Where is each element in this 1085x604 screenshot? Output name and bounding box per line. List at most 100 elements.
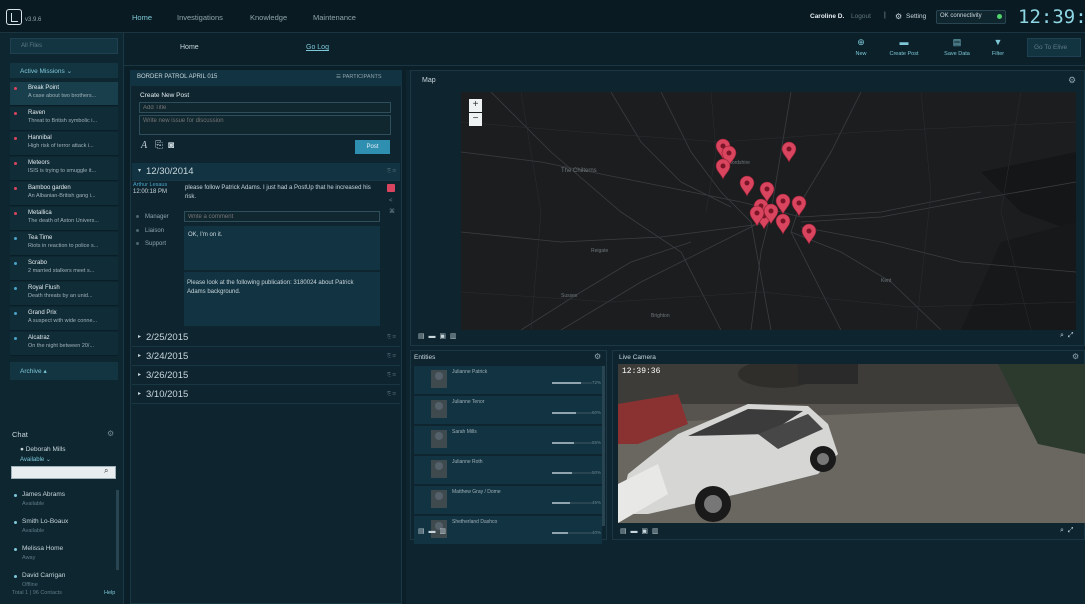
participants-button[interactable]: ☰ PARTICIPANTS (336, 74, 382, 80)
entity-name: Sarah Mills (452, 429, 477, 435)
setting-link[interactable]: Setting (906, 13, 926, 20)
entry-time: 12:00:18 PM (133, 189, 168, 195)
folder-icon[interactable]: ▬ (429, 333, 436, 340)
logout-link[interactable]: Logout (851, 13, 871, 20)
nav-investigations[interactable]: Investigations (177, 13, 223, 22)
chat-contact[interactable]: Smith Lo-Boaux Available (14, 517, 110, 543)
expand-icon[interactable]: ⤢ (1068, 332, 1074, 339)
nav-knowledge[interactable]: Knowledge (250, 13, 287, 22)
mission-item[interactable]: Hannibal High risk of terror attack i... (10, 132, 118, 156)
mission-item[interactable]: Meteors ISIS is trying to smuggle it... (10, 157, 118, 181)
share-icon[interactable]: < (389, 198, 393, 204)
comment-input[interactable] (184, 211, 380, 222)
chat-scrollbar[interactable] (116, 490, 119, 570)
map-toolbar[interactable]: ▤ ▬ ▣ ▥ (418, 332, 457, 340)
date-group[interactable]: ▸ 3/24/2015 ⎘ ✉ (132, 348, 400, 366)
save-icon[interactable]: ▣ (641, 528, 648, 535)
document-icon[interactable]: ▤ (418, 333, 425, 340)
date-group[interactable]: ▸ 3/10/2015 ⎘ ✉ (132, 386, 400, 404)
link-icon[interactable]: ⌘ (389, 208, 395, 215)
mission-item[interactable]: Scrabo 2 married stalkers meet s... (10, 257, 118, 281)
mission-item[interactable]: Break Point A case about two brothers... (10, 82, 118, 106)
post-description-input[interactable] (139, 115, 391, 135)
search-icon[interactable]: ⌕ (1060, 332, 1064, 339)
tab-home[interactable]: Home (180, 44, 199, 51)
document-icon[interactable]: ▤ (418, 528, 425, 535)
map-toolbar-right[interactable]: ⌕ ⤢ (1060, 332, 1073, 340)
map-canvas[interactable]: The Chilterns Hertfordshire Reigate Suss… (461, 92, 1076, 330)
chart-icon[interactable]: ▥ (450, 333, 457, 340)
tab-go-log[interactable]: Go Log (306, 44, 329, 51)
date-group[interactable]: ▸ 2/25/2015 ⎘ ✉ (132, 329, 400, 347)
mission-item[interactable]: Grand Prix A suspect with wide conne... (10, 307, 118, 331)
entity-row[interactable]: Julianne Roth 50% (414, 456, 602, 484)
risk-bar (552, 412, 592, 414)
date-group[interactable]: ▸ 3/26/2015 ⎘ ✉ (132, 367, 400, 385)
gear-icon[interactable]: ⚙ (895, 12, 902, 21)
mission-item[interactable]: Alcatraz On the night between 20/... (10, 332, 118, 356)
camera-toolbar-right[interactable]: ⌕ ⤢ (1060, 527, 1073, 535)
map-label: Kent (881, 278, 892, 284)
search-icon[interactable]: ⌕ (104, 466, 108, 476)
all-files-button[interactable]: All Files (10, 38, 118, 54)
date-group[interactable]: ▾ 12/30/2014 ⎘ ✉ (132, 163, 400, 181)
gear-icon[interactable]: ⚙ (1068, 75, 1076, 86)
pin-icon[interactable] (387, 184, 395, 192)
zoom-in-button[interactable]: + (469, 99, 482, 112)
chat-help-link[interactable]: Help (104, 590, 115, 596)
document-icon[interactable]: ▤ (620, 528, 627, 535)
save-data-button[interactable]: ▤ Save Data (937, 37, 977, 61)
avatar (431, 370, 447, 388)
map-pin-center (744, 180, 750, 186)
attachment-icon[interactable]: ⎘ (155, 140, 163, 151)
chart-icon[interactable]: ▥ (439, 528, 446, 535)
nav-home[interactable]: Home (132, 13, 152, 22)
go-to-elive-button[interactable]: Go To Elive (1027, 38, 1081, 57)
search-icon[interactable]: ⌕ (1060, 527, 1064, 534)
map-pin-center (764, 186, 770, 192)
mission-item[interactable]: Bamboo garden An Albanian-British gang i.… (10, 182, 118, 206)
new-button[interactable]: ⊕ New (841, 37, 881, 61)
chat-search-input[interactable] (11, 466, 116, 479)
risk-bar (552, 472, 592, 474)
mission-item[interactable]: Royal Flush Death threats by an unid... (10, 282, 118, 306)
chart-icon[interactable]: ▥ (652, 528, 659, 535)
folder-icon[interactable]: ▬ (631, 528, 638, 535)
entities-scrollbar[interactable] (602, 366, 605, 526)
filter-button[interactable]: ▼ Filter (978, 37, 1018, 61)
camera-icon[interactable]: ◙ (168, 140, 174, 151)
gear-icon[interactable]: ⚙ (107, 429, 114, 438)
risk-percent: 72% (592, 380, 602, 385)
chat-contact[interactable]: Melissa Home Away (14, 544, 110, 570)
gear-icon[interactable]: ⚙ (1072, 352, 1079, 361)
mission-item[interactable]: Metallica The death of Aston Univers... (10, 207, 118, 231)
entity-row[interactable]: Julianne Patrick 72% (414, 366, 602, 394)
camera-toolbar[interactable]: ▤ ▬ ▣ ▥ (620, 527, 659, 535)
connectivity-label: OK connectivity (940, 13, 982, 19)
gear-icon[interactable]: ⚙ (594, 352, 601, 361)
chat-status-dropdown[interactable]: Available ⌄ (20, 456, 51, 463)
post-button[interactable]: Post (355, 140, 390, 154)
chat-contact[interactable]: James Abrams Available (14, 490, 110, 516)
save-icon[interactable]: ▣ (439, 333, 446, 340)
entity-row[interactable]: Matthew Gray / Dome 45% (414, 486, 602, 514)
post-title-input[interactable] (139, 102, 391, 113)
entry-author[interactable]: Arthur Lesaus (133, 182, 167, 188)
app-logo[interactable] (6, 9, 22, 25)
camera-feed[interactable] (618, 364, 1085, 523)
folder-icon[interactable]: ▬ (429, 528, 436, 535)
active-missions-dropdown[interactable]: Active Missions ⌄ (10, 63, 118, 78)
mission-item[interactable]: Raven Threat to British symbolic i... (10, 107, 118, 131)
entity-row[interactable]: Sarah Mills 55% (414, 426, 602, 454)
mission-item[interactable]: Tea Time Riots in reaction to police s... (10, 232, 118, 256)
nav-maintenance[interactable]: Maintenance (313, 13, 356, 22)
version-label: v3.9.6 (25, 17, 42, 23)
entities-toolbar[interactable]: ▤ ▬ ▥ (418, 527, 446, 535)
archive-dropdown[interactable]: Archive ▴ (10, 362, 118, 380)
comment-text: OK, I'm on it. (188, 232, 223, 238)
zoom-out-button[interactable]: − (469, 113, 482, 126)
expand-icon[interactable]: ⤢ (1068, 527, 1074, 534)
entity-row[interactable]: Julianne Tenor 60% (414, 396, 602, 424)
text-format-icon[interactable]: A (141, 140, 147, 151)
create-post-button[interactable]: ▬ Create Post (884, 37, 924, 61)
